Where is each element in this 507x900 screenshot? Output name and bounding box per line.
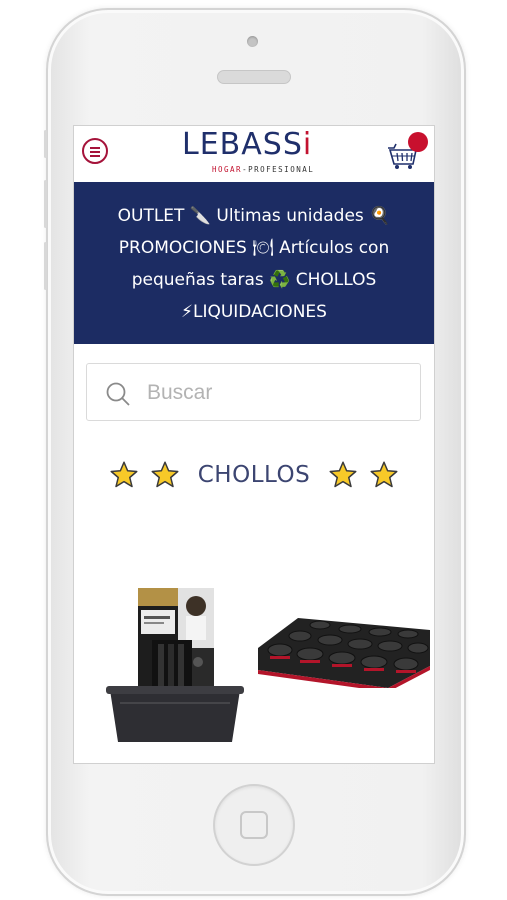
site-logo[interactable]: LEBASSi HOGAR-PROFESIONAL bbox=[182, 127, 327, 177]
search-icon bbox=[106, 382, 130, 406]
silent-switch bbox=[44, 130, 47, 158]
logo-wordmark: LEBASSi bbox=[182, 127, 313, 162]
home-square-icon bbox=[240, 811, 268, 839]
cart-count-badge bbox=[408, 132, 428, 152]
site-header: LEBASSi HOGAR-PROFESIONAL bbox=[74, 126, 434, 182]
home-button[interactable] bbox=[213, 784, 295, 866]
volume-down-button bbox=[44, 242, 47, 290]
front-camera bbox=[247, 36, 258, 47]
section-heading-chollos: CHOLLOS bbox=[74, 460, 434, 490]
search-box[interactable] bbox=[86, 363, 421, 421]
shopping-basket-icon[interactable] bbox=[386, 132, 428, 170]
product-card-muffin-tray[interactable] bbox=[258, 618, 430, 692]
star-icon bbox=[329, 461, 357, 488]
volume-up-button bbox=[44, 180, 47, 228]
hamburger-menu-icon[interactable] bbox=[82, 138, 108, 164]
product-card-knife-block[interactable] bbox=[100, 570, 250, 745]
knife-block-product-image bbox=[106, 588, 244, 742]
star-icon bbox=[151, 461, 179, 488]
promo-banner-text: OUTLET 🔪 Ultimas unidades 🍳 PROMOCIONES … bbox=[117, 206, 391, 322]
muffin-tray-product-image bbox=[258, 618, 430, 692]
search-input[interactable] bbox=[145, 376, 409, 410]
section-heading-text: CHOLLOS bbox=[197, 462, 311, 488]
star-icon bbox=[370, 461, 398, 488]
earpiece-speaker bbox=[217, 70, 291, 84]
logo-tagline: HOGAR-PROFESIONAL bbox=[212, 165, 315, 174]
promo-banner[interactable]: OUTLET 🔪 Ultimas unidades 🍳 PROMOCIONES … bbox=[74, 182, 434, 344]
star-icon bbox=[110, 461, 138, 488]
phone-screen: LEBASSi HOGAR-PROFESIONAL OUTLET 🔪 Ultim… bbox=[73, 125, 435, 764]
